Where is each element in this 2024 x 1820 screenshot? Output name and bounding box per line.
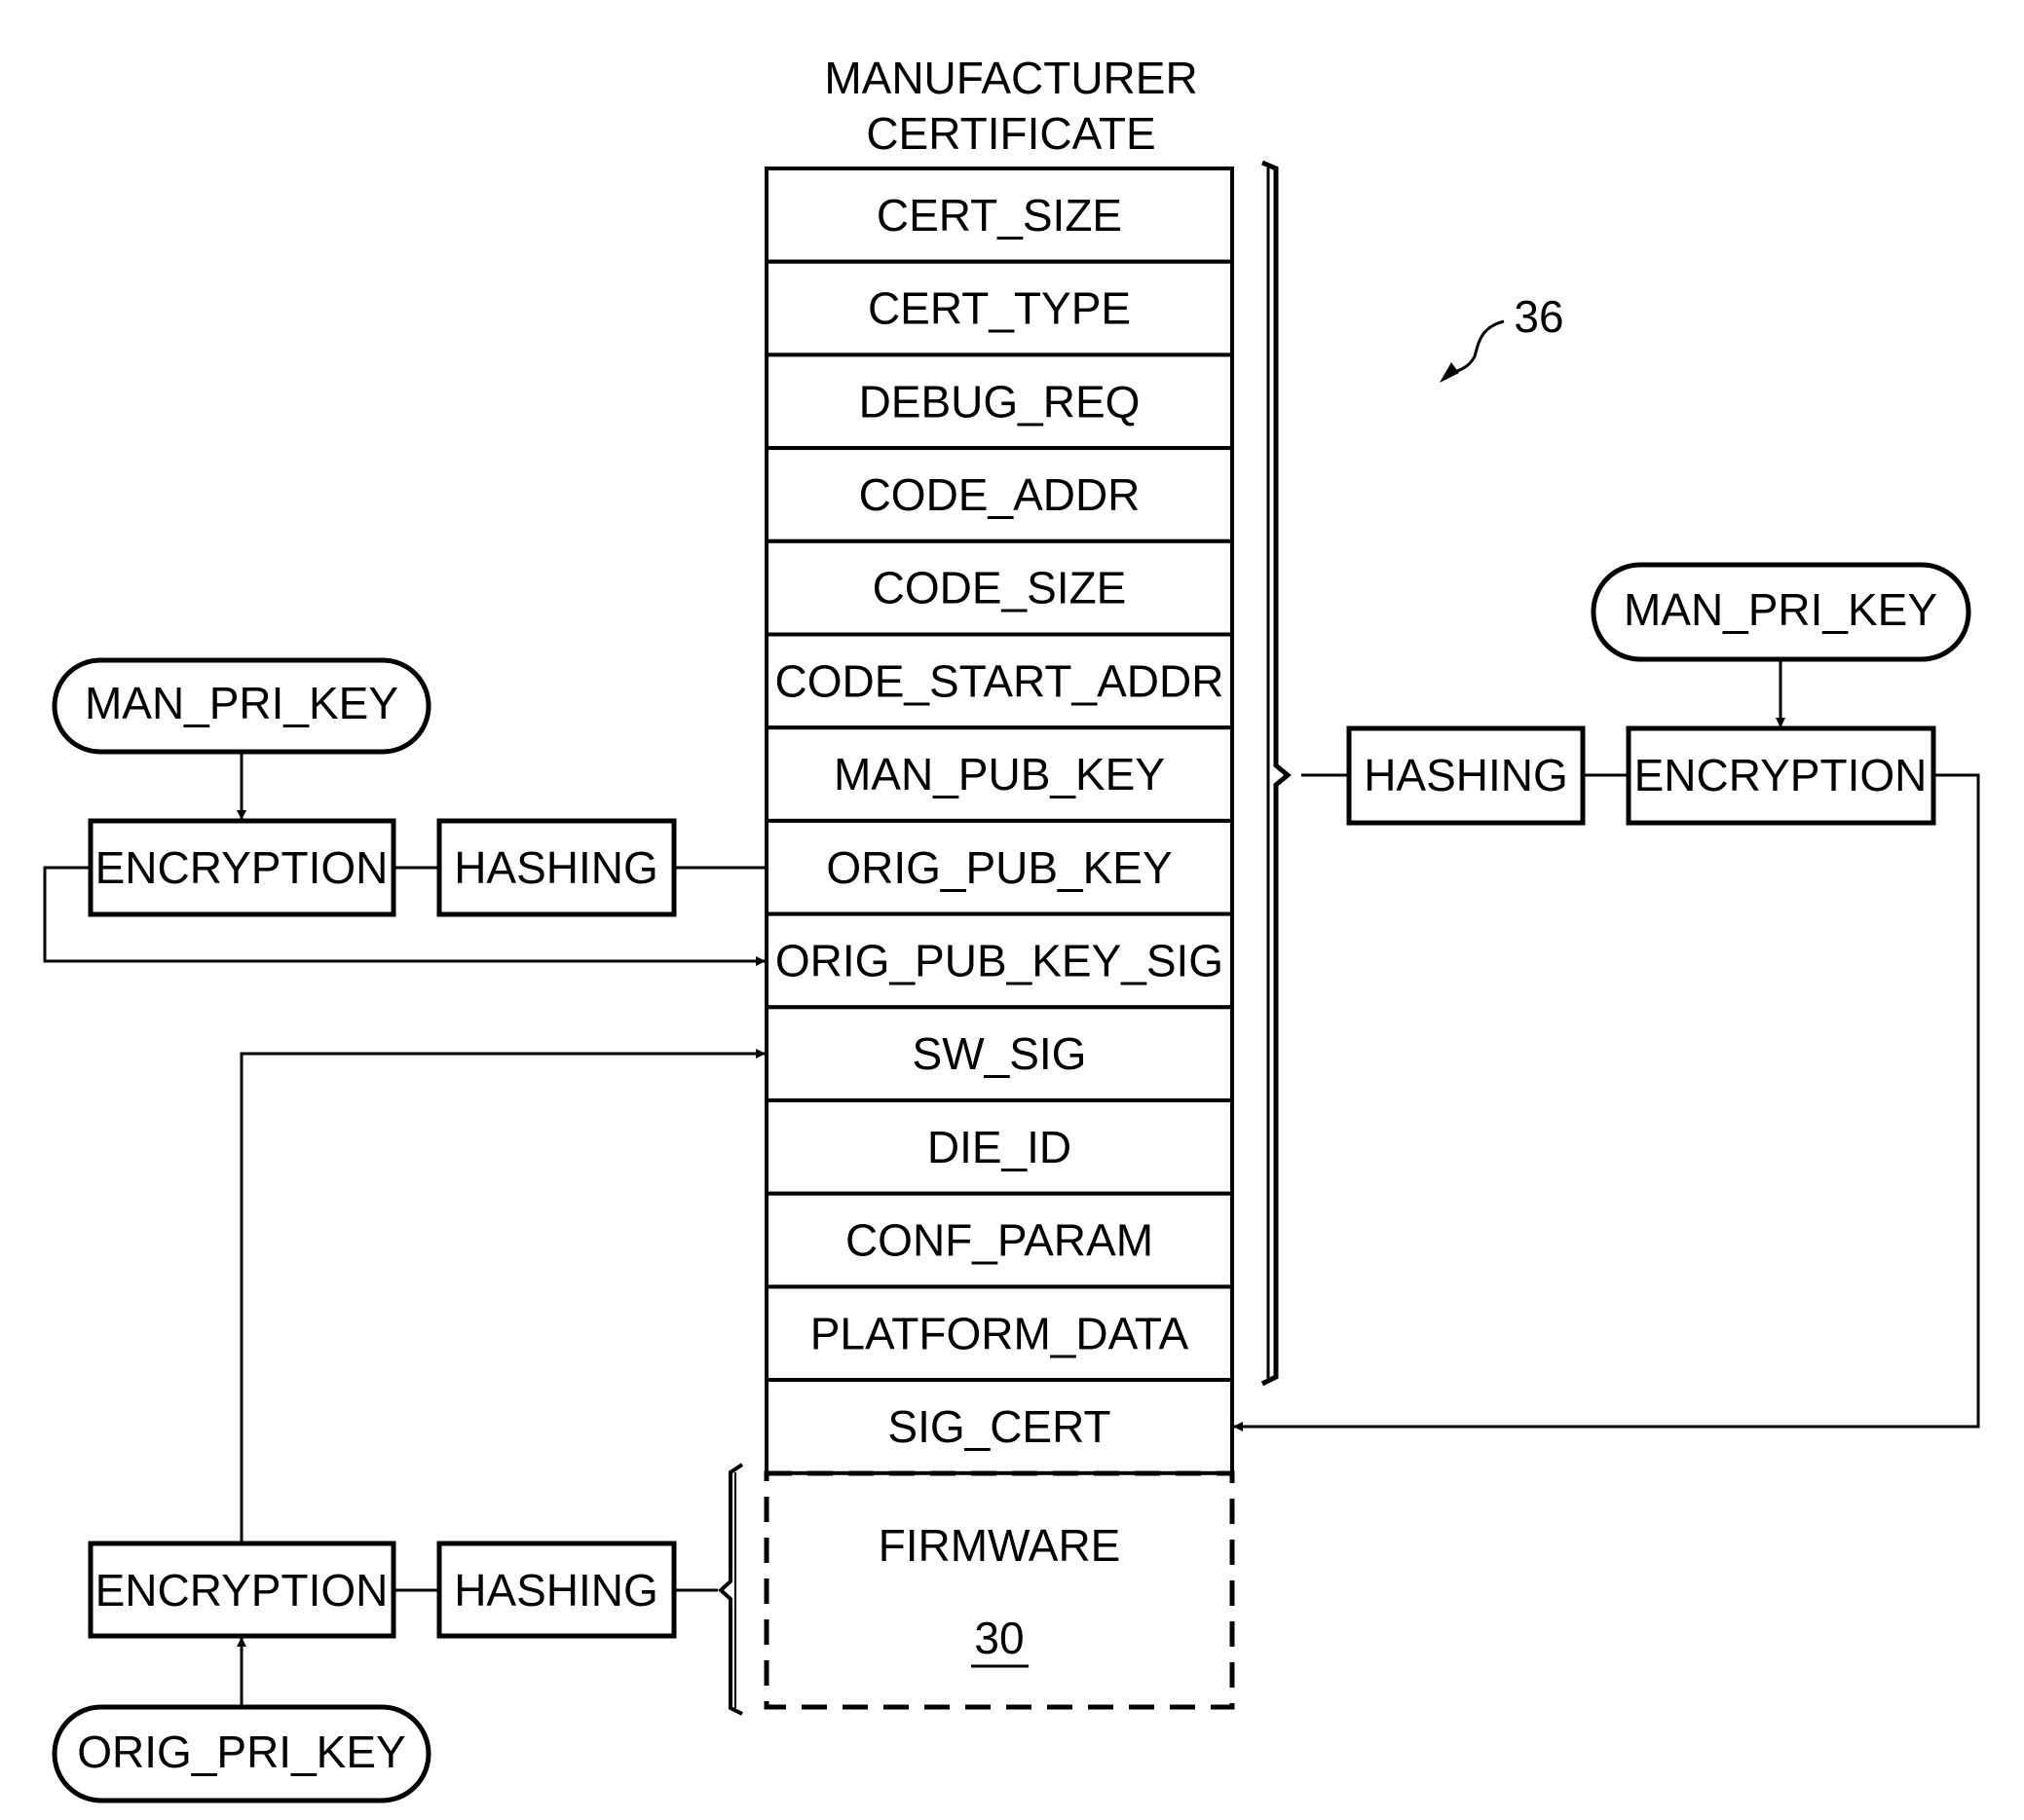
- right-brace-icon: [1260, 160, 1292, 1387]
- left-top-encryption-label: ENCRYPTION: [95, 842, 389, 893]
- left-top-key-label: MAN_PRI_KEY: [85, 678, 398, 728]
- certificate-field-label: CODE_ADDR: [859, 469, 1141, 520]
- reference-leader-arrow: [1444, 319, 1505, 376]
- certificate-field-table: CERT_SIZE CERT_TYPE DEBUG_REQ CODE_ADDR CODE…: [765, 167, 1234, 1475]
- right-encryption-label: ENCRYPTION: [1634, 750, 1928, 800]
- left-bottom-hashing-label: HASHING: [454, 1565, 658, 1616]
- encryption-to-sw-sig-arrow: [240, 1049, 766, 1543]
- reference-numeral-36: 36: [1514, 291, 1563, 342]
- reference-arrowhead-icon: [1440, 362, 1459, 383]
- certificate-field-label: ORIG_PUB_KEY: [826, 842, 1172, 893]
- diagram-title-line2: CERTIFICATE: [866, 108, 1155, 159]
- certificate-field-label: ORIG_PUB_KEY_SIG: [775, 935, 1223, 985]
- certificate-field-label: SW_SIG: [913, 1028, 1087, 1079]
- left-top-hashing-label: HASHING: [454, 842, 658, 893]
- manufacturer-certificate-diagram: MANUFACTURER CERTIFICATE 36 CERT_SIZECER…: [43, 53, 1980, 1803]
- certificate-field-label: DIE_ID: [927, 1122, 1071, 1172]
- firmware-label: FIRMWARE: [879, 1520, 1121, 1571]
- certificate-field-label: CONF_PARAM: [845, 1215, 1153, 1266]
- left-bottom-key-label: ORIG_PRI_KEY: [77, 1727, 405, 1777]
- diagram-title-line1: MANUFACTURER: [824, 53, 1197, 103]
- right-key-label: MAN_PRI_KEY: [1624, 584, 1937, 635]
- firmware-box: [764, 1470, 1235, 1710]
- certificate-field-label: CERT_SIZE: [877, 190, 1122, 241]
- certificate-field-label: MAN_PUB_KEY: [834, 749, 1165, 799]
- left-bottom-encryption-label: ENCRYPTION: [95, 1565, 389, 1616]
- firmware-numeral: 30: [974, 1613, 1024, 1663]
- certificate-field-label: CERT_TYPE: [868, 283, 1131, 334]
- right-hashing-label: HASHING: [1364, 750, 1568, 800]
- firmware-brace-icon: [718, 1463, 744, 1716]
- certificate-field-label: SIG_CERT: [887, 1401, 1110, 1452]
- certificate-field-label: CODE_START_ADDR: [775, 655, 1224, 706]
- certificate-field-label: PLATFORM_DATA: [810, 1308, 1189, 1358]
- encryption-to-sig-cert-arrow: [1233, 773, 1980, 1431]
- certificate-field-label: DEBUG_REQ: [859, 376, 1141, 427]
- certificate-field-label: CODE_SIZE: [873, 563, 1127, 613]
